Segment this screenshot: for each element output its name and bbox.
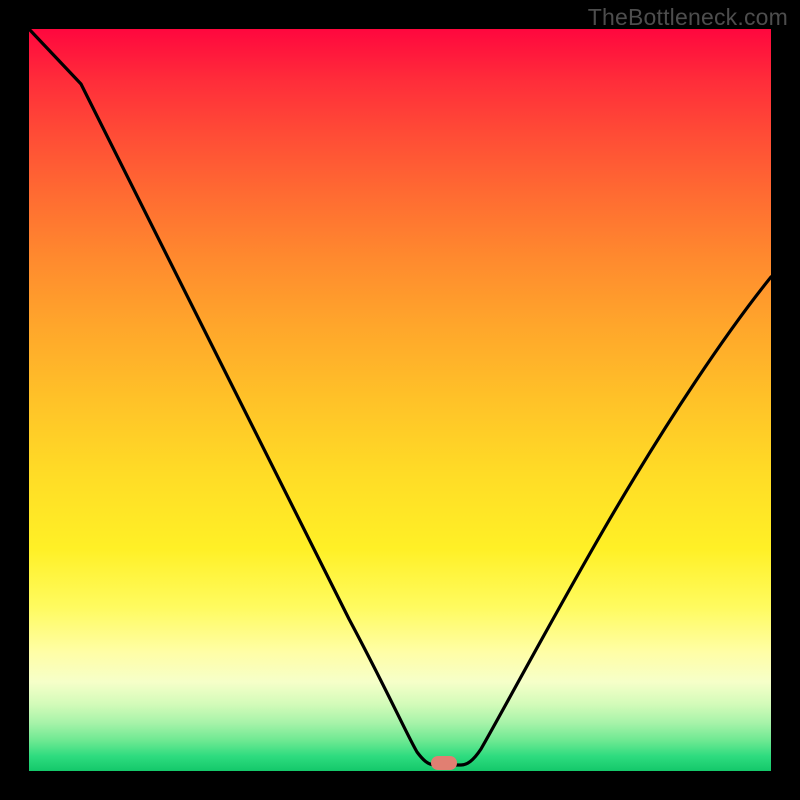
bottleneck-curve [29,29,771,771]
curve-path [29,29,771,765]
chart-frame: TheBottleneck.com [0,0,800,800]
watermark-text: TheBottleneck.com [588,4,788,31]
optimal-point-marker [431,756,457,770]
plot-area [29,29,771,771]
